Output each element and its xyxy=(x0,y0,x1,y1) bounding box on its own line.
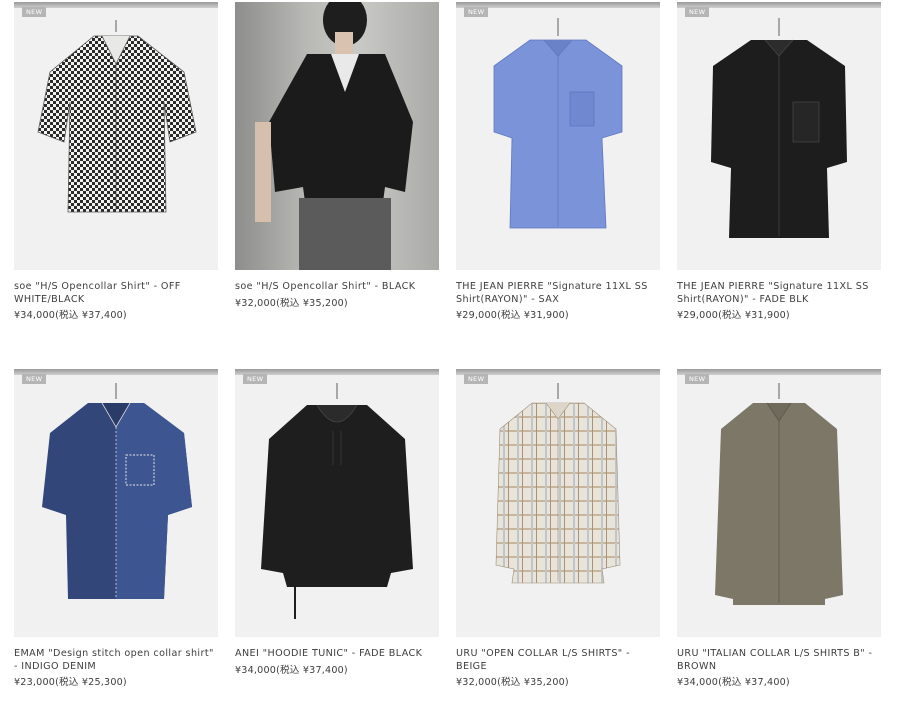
product-title[interactable]: soe "H/S Opencollar Shirt" - OFF WHITE/B… xyxy=(14,281,218,306)
product-card[interactable]: NEW soe "H/S Opencollar Shirt" - OFF WHI… xyxy=(14,2,218,322)
product-title[interactable]: soe "H/S Opencollar Shirt" - BLACK xyxy=(235,281,439,294)
product-price: ¥32,000(税込 ¥35,200) xyxy=(235,297,348,309)
black-hoodie-tunic-image xyxy=(261,383,413,619)
houndstooth-shirt-image xyxy=(37,20,197,213)
product-image[interactable]: NEW xyxy=(14,2,218,270)
product-image[interactable]: NEW xyxy=(235,369,439,637)
product-title[interactable]: EMAM "Design stitch open collar shirt" -… xyxy=(14,648,218,673)
product-price: ¥34,000(税込 ¥37,400) xyxy=(677,677,790,688)
product-price: ¥23,000(税込 ¥25,300) xyxy=(14,677,127,688)
product-title[interactable]: ANEI "HOODIE TUNIC" - FADE BLACK xyxy=(235,648,439,661)
sax-blue-shirt-image xyxy=(493,18,623,229)
product-image[interactable]: NEW xyxy=(14,369,218,637)
product-card[interactable]: NEW EMAM "Design stitch open collar shir… xyxy=(14,369,218,689)
beige-check-shirt-image xyxy=(495,383,621,584)
product-image[interactable]: NEW xyxy=(456,2,660,270)
product-price: ¥29,000(税込 ¥31,900) xyxy=(677,310,790,321)
black-rayon-shirt-image xyxy=(711,18,847,238)
product-image[interactable] xyxy=(235,2,439,270)
product-card[interactable]: NEW THE JEAN PIERRE "Signature 11XL SS S… xyxy=(677,2,881,322)
product-title[interactable]: THE JEAN PIERRE "Signature 11XL SS Shirt… xyxy=(456,281,660,306)
product-image[interactable]: NEW xyxy=(456,369,660,637)
brown-italian-collar-shirt-image xyxy=(715,383,843,605)
product-card[interactable]: soe "H/S Opencollar Shirt" - BLACK ¥32,0… xyxy=(235,2,439,310)
product-price: ¥34,000(税込 ¥37,400) xyxy=(235,664,348,676)
product-card[interactable]: NEW URU "ITALIAN COLLAR L/S SHIRTS B" - … xyxy=(677,369,881,689)
product-title[interactable]: URU "OPEN COLLAR L/S SHIRTS" - BEIGE xyxy=(456,648,660,673)
product-title[interactable]: THE JEAN PIERRE "Signature 11XL SS Shirt… xyxy=(677,281,881,306)
model-black-shirt-image xyxy=(255,2,413,270)
product-price: ¥34,000(税込 ¥37,400) xyxy=(14,310,127,321)
product-card[interactable]: NEW THE JEAN PIERRE "Signature 11XL SS S… xyxy=(456,2,660,322)
product-card[interactable]: NEW URU "OPEN COLLAR L/S SHIRTS" - BEIGE… xyxy=(456,369,660,689)
product-price: ¥32,000(税込 ¥35,200) xyxy=(456,677,569,688)
product-title[interactable]: URU "ITALIAN COLLAR L/S SHIRTS B" - BROW… xyxy=(677,648,881,673)
product-image[interactable]: NEW xyxy=(677,369,881,637)
product-card[interactable]: NEW ANEI "HOODIE TUNIC" - FADE BLACK ¥34… xyxy=(235,369,439,677)
product-price: ¥29,000(税込 ¥31,900) xyxy=(456,310,569,321)
indigo-denim-shirt-image xyxy=(42,383,192,599)
product-image[interactable]: NEW xyxy=(677,2,881,270)
